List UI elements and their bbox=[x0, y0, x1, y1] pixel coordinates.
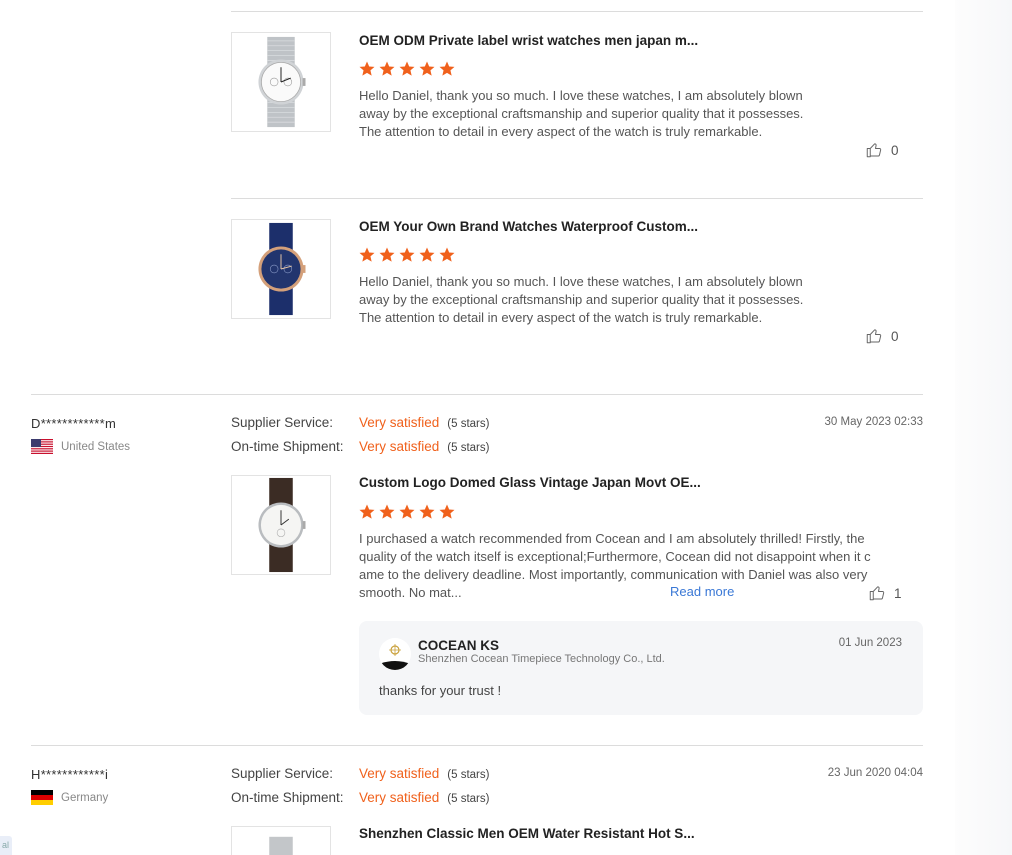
star-icon bbox=[419, 247, 435, 262]
satisfaction-text: Very satisfied bbox=[359, 415, 440, 430]
shipment-label: On-time Shipment: bbox=[231, 790, 344, 805]
star-rating bbox=[358, 60, 456, 78]
star-icon bbox=[399, 61, 415, 76]
star-icon bbox=[439, 61, 455, 76]
supplier-logo bbox=[379, 638, 411, 670]
supplier-service-rating: Very satisfied (5 stars) bbox=[359, 415, 489, 430]
supplier-service-label: Supplier Service: bbox=[231, 415, 334, 430]
shipment-rating: Very satisfied (5 stars) bbox=[359, 439, 489, 454]
product-title[interactable]: OEM ODM Private label wrist watches men … bbox=[359, 33, 698, 48]
like-count: 1 bbox=[894, 585, 902, 601]
shipment-label: On-time Shipment: bbox=[231, 439, 344, 454]
satisfaction-text: Very satisfied bbox=[359, 766, 440, 781]
star-icon bbox=[359, 247, 375, 262]
star-icon bbox=[359, 504, 375, 519]
star-icon bbox=[359, 61, 375, 76]
review-date: 30 May 2023 02:33 bbox=[824, 416, 923, 428]
right-side-panel bbox=[955, 0, 1012, 855]
product-image[interactable] bbox=[231, 219, 331, 319]
divider bbox=[231, 11, 923, 12]
product-title[interactable]: Shenzhen Classic Men OEM Water Resistant… bbox=[359, 826, 695, 841]
like-count: 0 bbox=[891, 328, 899, 344]
product-title[interactable]: OEM Your Own Brand Watches Waterproof Cu… bbox=[359, 219, 698, 234]
us-flag-icon bbox=[31, 439, 53, 454]
silver-mesh-watch-icon bbox=[258, 36, 306, 128]
reviewer-name: D************m bbox=[31, 416, 117, 431]
reviewer-country: United States bbox=[31, 439, 130, 454]
germany-flag-icon bbox=[31, 790, 53, 805]
like-button[interactable]: 0 bbox=[865, 327, 899, 345]
review-divider bbox=[31, 394, 923, 395]
star-rating bbox=[358, 503, 456, 521]
star-icon bbox=[439, 504, 455, 519]
satisfaction-count: (5 stars) bbox=[447, 793, 490, 805]
star-icon bbox=[419, 504, 435, 519]
read-more-link[interactable]: Read more bbox=[670, 584, 734, 599]
cocean-logo-icon bbox=[379, 638, 411, 670]
side-tab[interactable]: al bbox=[0, 836, 12, 855]
star-icon bbox=[419, 61, 435, 76]
like-button[interactable]: 0 bbox=[865, 141, 899, 159]
side-tab-label: al bbox=[2, 840, 10, 850]
review-text: Hello Daniel, thank you so much. I love … bbox=[359, 274, 804, 325]
supplier-service-rating: Very satisfied (5 stars) bbox=[359, 766, 489, 781]
like-button[interactable]: 1 bbox=[868, 584, 902, 602]
star-icon bbox=[379, 247, 395, 262]
review-text: I purchased a watch recommended from Coc… bbox=[359, 531, 871, 600]
thumbs-up-icon bbox=[869, 586, 885, 601]
review-text: Hello Daniel, thank you so much. I love … bbox=[359, 88, 804, 139]
product-image[interactable] bbox=[231, 826, 331, 855]
supplier-service-label: Supplier Service: bbox=[231, 766, 334, 781]
thumbs-up-icon bbox=[866, 143, 882, 158]
reviewer-country: Germany bbox=[31, 790, 108, 805]
satisfaction-count: (5 stars) bbox=[447, 442, 490, 454]
like-count: 0 bbox=[891, 142, 899, 158]
reply-date: 01 Jun 2023 bbox=[838, 637, 902, 649]
satisfaction-text: Very satisfied bbox=[359, 439, 440, 454]
supplier-reply: COCEAN KS Shenzhen Cocean Timepiece Tech… bbox=[359, 621, 923, 715]
country-label: United States bbox=[61, 440, 131, 453]
product-image[interactable] bbox=[231, 475, 331, 575]
country-label: Germany bbox=[61, 791, 109, 804]
satisfaction-count: (5 stars) bbox=[447, 418, 490, 430]
satisfaction-text: Very satisfied bbox=[359, 790, 440, 805]
brown-leather-watch-icon bbox=[258, 477, 306, 573]
divider bbox=[231, 198, 923, 199]
star-rating bbox=[358, 246, 456, 264]
reply-message: thanks for your trust ! bbox=[379, 683, 502, 698]
star-icon bbox=[399, 504, 415, 519]
star-icon bbox=[379, 504, 395, 519]
reviewer-name: H************i bbox=[31, 767, 109, 782]
product-image[interactable] bbox=[231, 32, 331, 132]
review-divider bbox=[31, 745, 923, 746]
product-title[interactable]: Custom Logo Domed Glass Vintage Japan Mo… bbox=[359, 475, 701, 490]
supplier-company: Shenzhen Cocean Timepiece Technology Co.… bbox=[418, 653, 665, 665]
thumbs-up-icon bbox=[866, 329, 882, 344]
silver-mesh-watch-icon bbox=[269, 836, 293, 855]
star-icon bbox=[379, 61, 395, 76]
supplier-name: COCEAN KS bbox=[418, 638, 500, 653]
review-date: 23 Jun 2020 04:04 bbox=[827, 767, 923, 779]
star-icon bbox=[399, 247, 415, 262]
satisfaction-count: (5 stars) bbox=[447, 769, 490, 781]
star-icon bbox=[439, 247, 455, 262]
shipment-rating: Very satisfied (5 stars) bbox=[359, 790, 489, 805]
blue-leather-watch-icon bbox=[258, 222, 306, 316]
